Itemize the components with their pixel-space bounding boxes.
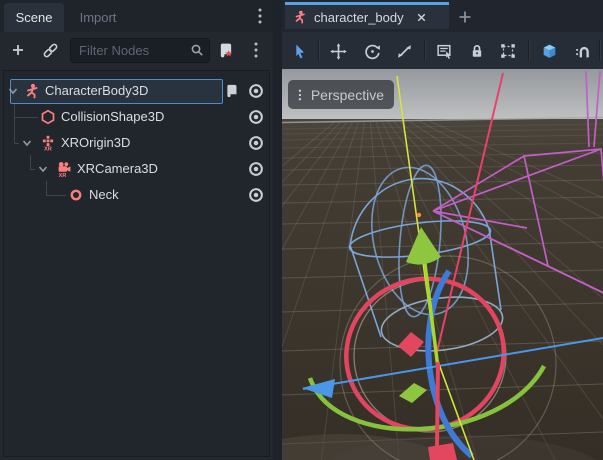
main-viewport-panel: character_body <box>282 0 603 460</box>
search-icon <box>189 42 205 58</box>
chevron-down-icon[interactable] <box>21 137 33 149</box>
marker-ring-icon <box>68 187 84 203</box>
visibility-eye-icon[interactable] <box>247 187 265 203</box>
tree-menu-button[interactable] <box>246 37 266 63</box>
chevron-down-icon[interactable] <box>37 163 49 175</box>
scene-tab-character-body[interactable]: character_body <box>285 2 449 29</box>
viewport-toolbar <box>282 32 603 70</box>
tree-row-neck[interactable]: Neck <box>4 182 269 208</box>
visibility-eye-icon[interactable] <box>247 161 265 177</box>
axis-z-handle-line <box>437 362 438 448</box>
svg-text:XR: XR <box>44 147 52 151</box>
rotate-tool-icon <box>364 43 381 60</box>
viewport-canvas[interactable] <box>282 69 603 460</box>
godot-editor: Scene Import <box>0 0 603 460</box>
visibility-eye-icon[interactable] <box>247 109 265 125</box>
dock-menu-button[interactable] <box>252 7 268 25</box>
close-icon[interactable] <box>415 11 428 24</box>
group-button[interactable] <box>495 38 521 64</box>
character-body-3d-icon <box>24 83 40 99</box>
snap-magnet-icon <box>575 43 592 60</box>
perspective-menu-button[interactable]: Perspective <box>288 80 394 109</box>
rotate-tool-button[interactable] <box>359 38 385 64</box>
scene-dock: Scene Import <box>0 0 273 460</box>
list-select-button[interactable] <box>431 38 457 64</box>
toolbar-separator <box>318 40 319 61</box>
lock-button[interactable] <box>464 38 490 64</box>
scene-tabbar: character_body <box>282 0 603 32</box>
move-tool-button[interactable] <box>325 38 351 64</box>
tree-row-xrcamera3d[interactable]: XR XRCamera3D <box>4 156 269 182</box>
toolbar-separator <box>424 40 425 61</box>
local-space-cube-icon <box>541 43 558 60</box>
attach-script-button[interactable] <box>212 37 238 63</box>
node-name: XRCamera3D <box>77 161 158 176</box>
visibility-eye-icon[interactable] <box>247 83 265 99</box>
tab-scene[interactable]: Scene <box>4 3 64 32</box>
visibility-eye-icon[interactable] <box>247 135 265 151</box>
local-space-button[interactable] <box>536 38 562 64</box>
instantiate-scene-button[interactable] <box>38 38 62 62</box>
marker-gizmo-dot <box>417 213 421 217</box>
scale-tool-button[interactable] <box>391 38 417 64</box>
scene-dock-toolbar <box>0 32 273 70</box>
script-icon[interactable] <box>224 83 239 99</box>
tree-row-xrorigin3d[interactable]: XR XROrigin3D <box>4 130 269 156</box>
move-tool-icon <box>330 43 347 60</box>
group-icon <box>500 43 516 59</box>
scale-tool-icon <box>396 43 413 60</box>
filter-nodes-field <box>70 38 210 63</box>
viewport-3d[interactable]: Perspective <box>282 69 603 460</box>
plus-icon <box>10 42 26 58</box>
scene-tab-label: character_body <box>314 10 404 25</box>
kebab-icon <box>257 7 263 25</box>
script-star-icon <box>217 42 234 59</box>
select-tool-button[interactable] <box>286 38 312 64</box>
tree-row-collisionshape3d[interactable]: CollisionShape3D <box>4 104 269 130</box>
lock-icon <box>469 43 485 59</box>
toolbar-separator <box>528 40 529 61</box>
new-scene-tab-button[interactable] <box>456 8 474 26</box>
collision-shape-3d-icon <box>40 109 56 125</box>
xr-origin-3d-icon: XR <box>40 135 56 151</box>
scene-tree: CharacterBody3D CollisionShape3D <box>3 70 270 457</box>
tab-import[interactable]: Import <box>66 3 130 32</box>
node-name: CollisionShape3D <box>61 109 164 124</box>
add-node-button[interactable] <box>6 38 30 62</box>
scene-dock-tabbar: Scene Import <box>0 0 273 32</box>
chevron-down-icon[interactable] <box>7 85 19 97</box>
xr-camera-3d-icon: XR <box>56 161 72 177</box>
link-icon <box>42 42 59 59</box>
kebab-icon <box>298 87 302 103</box>
list-select-icon <box>436 43 453 60</box>
character-body-3d-icon <box>293 10 307 24</box>
node-name: CharacterBody3D <box>45 83 148 98</box>
select-tool-icon <box>291 43 308 60</box>
tree-row-characterbody3d[interactable]: CharacterBody3D <box>4 78 269 104</box>
kebab-icon <box>253 41 259 59</box>
node-name: XROrigin3D <box>61 135 130 150</box>
svg-text:XR: XR <box>59 173 67 177</box>
snap-button[interactable] <box>570 38 596 64</box>
plus-icon <box>457 9 473 25</box>
toolbar-separator <box>599 40 600 61</box>
node-name: Neck <box>89 187 119 202</box>
perspective-label: Perspective <box>311 87 384 103</box>
